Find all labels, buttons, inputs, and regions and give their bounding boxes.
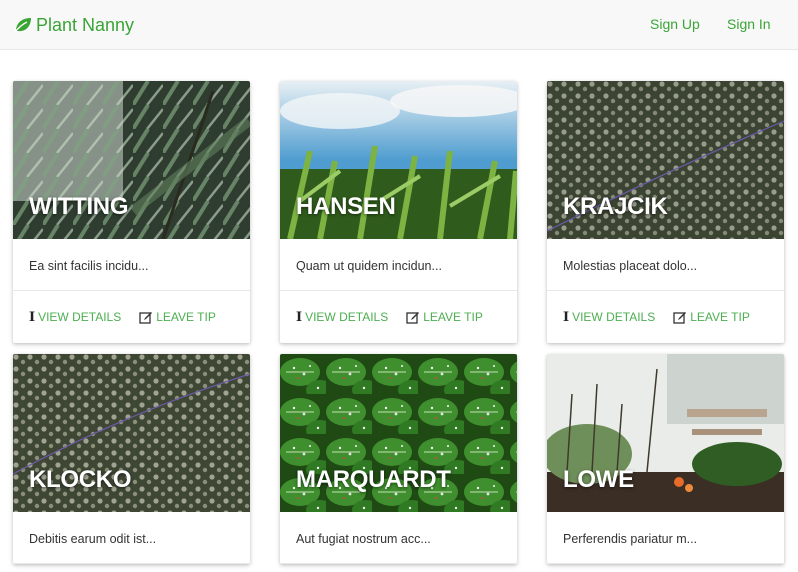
card-actions: i VIEW DETAILS LEAVE TIP bbox=[280, 291, 517, 343]
plant-card: HANSEN Quam ut quidem incidun... i VIEW … bbox=[280, 81, 517, 343]
card-actions: i VIEW DETAILS LEAVE TIP bbox=[13, 291, 250, 343]
plant-excerpt: Perferendis pariatur m... bbox=[547, 512, 784, 564]
leave-tip-label: LEAVE TIP bbox=[156, 310, 216, 324]
leave-tip-button[interactable]: LEAVE TIP bbox=[139, 310, 216, 324]
leave-tip-button[interactable]: LEAVE TIP bbox=[673, 310, 750, 324]
plant-excerpt: Molestias placeat dolo... bbox=[547, 239, 784, 291]
plant-card: KRAJCIK Molestias placeat dolo... i VIEW… bbox=[547, 81, 784, 343]
sign-in-link[interactable]: Sign In bbox=[727, 16, 771, 32]
plant-title: HANSEN bbox=[296, 193, 396, 220]
info-icon: i bbox=[563, 309, 570, 325]
plant-title: LOWE bbox=[563, 466, 634, 493]
plant-title: MARQUARDT bbox=[296, 466, 451, 493]
plant-image: LOWE bbox=[547, 354, 784, 512]
leave-tip-button[interactable]: LEAVE TIP bbox=[406, 310, 483, 324]
leaf-icon bbox=[14, 18, 31, 33]
brand-logo[interactable]: Plant Nanny bbox=[14, 14, 134, 36]
plant-image: MARQUARDT bbox=[280, 354, 517, 512]
brand-name: Plant Nanny bbox=[36, 14, 135, 35]
plant-card: WITTING Ea sint facilis incidu... i VIEW… bbox=[13, 81, 250, 343]
plant-image: KRAJCIK bbox=[547, 81, 784, 239]
sign-up-link[interactable]: Sign Up bbox=[650, 16, 700, 32]
edit-icon bbox=[673, 311, 687, 324]
view-details-label: VIEW DETAILS bbox=[305, 310, 389, 324]
plant-excerpt: Ea sint facilis incidu... bbox=[13, 239, 250, 291]
plant-excerpt: Debitis earum odit ist... bbox=[13, 512, 250, 564]
navbar: Plant Nanny Sign Up Sign In bbox=[0, 0, 798, 50]
plant-excerpt: Aut fugiat nostrum acc... bbox=[280, 512, 517, 564]
plant-card: LOWE Perferendis pariatur m... bbox=[547, 354, 784, 564]
card-actions: i VIEW DETAILS LEAVE TIP bbox=[547, 291, 784, 343]
plant-image: KLOCKO bbox=[13, 354, 250, 512]
leave-tip-label: LEAVE TIP bbox=[690, 310, 750, 324]
plant-excerpt: Quam ut quidem incidun... bbox=[280, 239, 517, 291]
plant-title: KRAJCIK bbox=[563, 193, 668, 220]
plant-image: HANSEN bbox=[280, 81, 517, 239]
info-icon: i bbox=[29, 309, 36, 325]
view-details-button[interactable]: i VIEW DETAILS bbox=[563, 310, 655, 325]
view-details-button[interactable]: i VIEW DETAILS bbox=[296, 310, 388, 325]
edit-icon bbox=[139, 311, 153, 324]
plant-title: WITTING bbox=[29, 193, 129, 220]
leave-tip-label: LEAVE TIP bbox=[423, 310, 483, 324]
plant-image: WITTING bbox=[13, 81, 250, 239]
plant-card: KLOCKO Debitis earum odit ist... bbox=[13, 354, 250, 564]
plant-title: KLOCKO bbox=[29, 466, 132, 493]
view-details-label: VIEW DETAILS bbox=[572, 310, 656, 324]
view-details-label: VIEW DETAILS bbox=[38, 310, 122, 324]
view-details-button[interactable]: i VIEW DETAILS bbox=[29, 310, 121, 325]
plant-card: MARQUARDT Aut fugiat nostrum acc... bbox=[280, 354, 517, 564]
edit-icon bbox=[406, 311, 420, 324]
info-icon: i bbox=[296, 309, 303, 325]
